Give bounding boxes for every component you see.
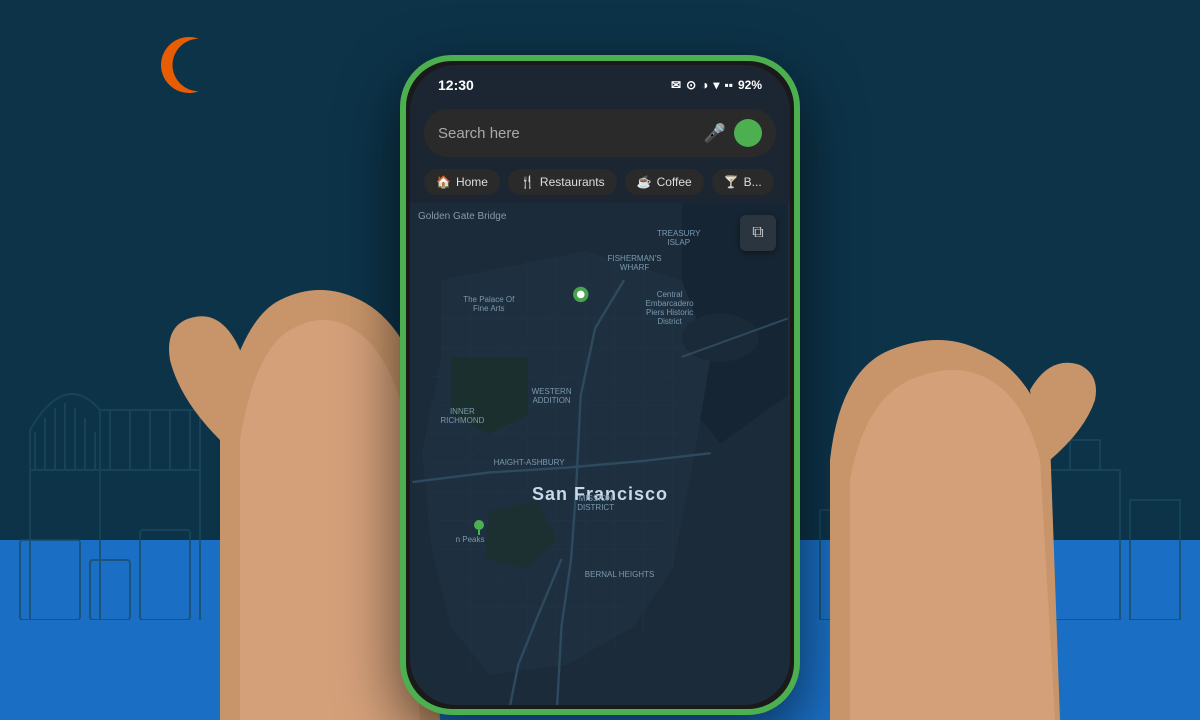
battery-text: 92% — [738, 78, 762, 92]
location-pin — [471, 519, 487, 535]
shield-icon: ◑ — [701, 78, 708, 92]
status-time: 12:30 — [438, 77, 474, 93]
home-icon: 🏠 — [436, 175, 451, 189]
status-bar: 12:30 ✉ ⊙ ◑ ▾ ▪▪ 92% — [410, 65, 790, 101]
layers-button[interactable]: ⧉ — [740, 215, 776, 251]
profile-dot[interactable] — [734, 119, 762, 147]
chip-bars[interactable]: 🍸 B... — [712, 169, 774, 195]
signal-icon: ▪▪ — [724, 78, 733, 92]
search-bar[interactable]: Search here 🎤 — [424, 109, 776, 157]
bars-icon: 🍸 — [724, 175, 739, 189]
chip-restaurants[interactable]: 🍴 Restaurants — [508, 169, 617, 195]
chip-bars-label: B... — [744, 175, 762, 189]
moon-icon — [155, 30, 225, 100]
message-icon: ✉ — [671, 78, 681, 92]
chip-home[interactable]: 🏠 Home — [424, 169, 500, 195]
phone-screen: 12:30 ✉ ⊙ ◑ ▾ ▪▪ 92% Search here 🎤 — [410, 65, 790, 705]
location-icon: ⊙ — [686, 78, 696, 92]
phone: 12:30 ✉ ⊙ ◑ ▾ ▪▪ 92% Search here 🎤 — [400, 55, 800, 715]
status-icons: ✉ ⊙ ◑ ▾ ▪▪ 92% — [671, 78, 762, 92]
map-svg — [410, 203, 790, 705]
map-view[interactable]: Golden Gate Bridge San Francisco FISHERM… — [410, 203, 790, 705]
microphone-icon[interactable]: 🎤 — [704, 123, 726, 144]
quick-chips: 🏠 Home 🍴 Restaurants ☕ Coffee 🍸 B... — [410, 165, 790, 203]
wifi-icon: ▾ — [713, 78, 719, 92]
chip-coffee[interactable]: ☕ Coffee — [625, 169, 704, 195]
restaurants-icon: 🍴 — [520, 175, 535, 189]
phone-outer: 12:30 ✉ ⊙ ◑ ▾ ▪▪ 92% Search here 🎤 — [400, 55, 800, 715]
layers-icon: ⧉ — [752, 224, 763, 242]
chip-restaurants-label: Restaurants — [540, 175, 605, 189]
chip-coffee-label: Coffee — [657, 175, 692, 189]
coffee-icon: ☕ — [637, 175, 652, 189]
search-input[interactable]: Search here — [438, 125, 696, 142]
chip-home-label: Home — [456, 175, 488, 189]
hand-right — [810, 180, 1110, 720]
